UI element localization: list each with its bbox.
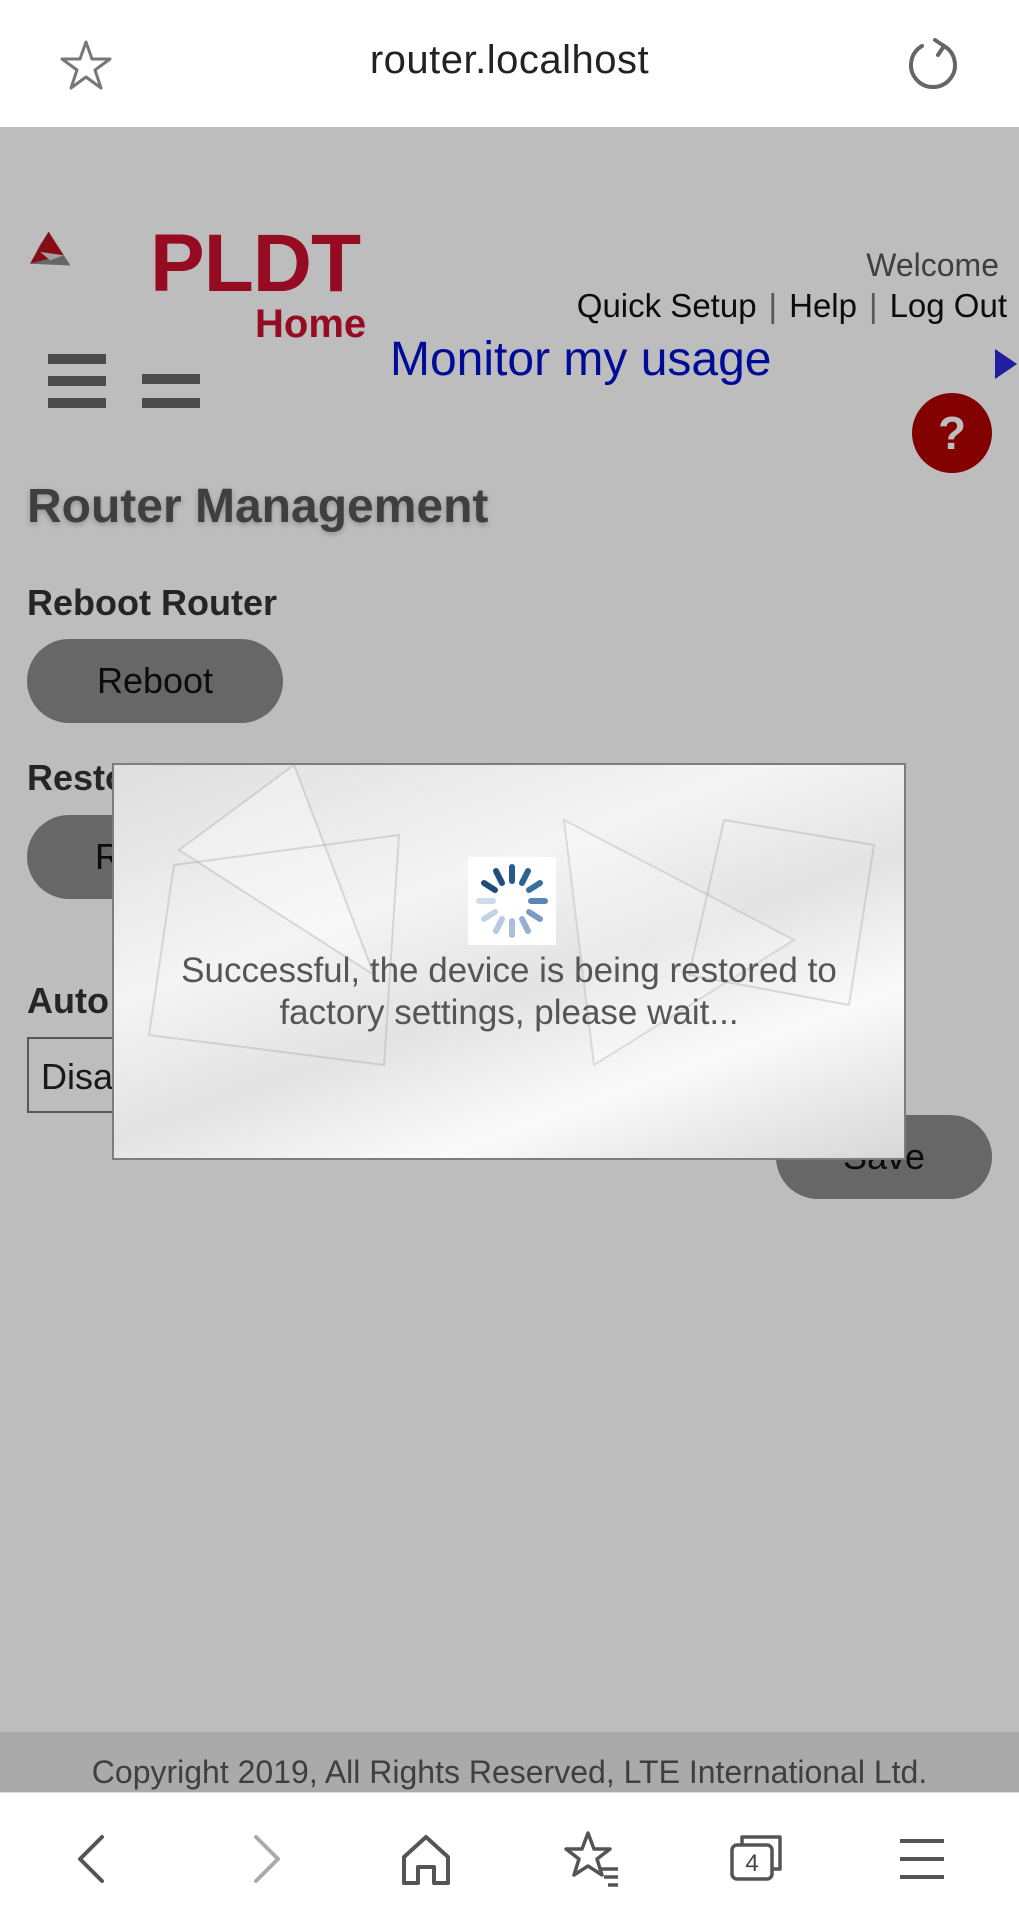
- menu-icon[interactable]: [892, 1829, 952, 1889]
- address-bar-url[interactable]: router.localhost: [0, 38, 1019, 83]
- back-icon[interactable]: [64, 1829, 124, 1889]
- reload-icon[interactable]: [904, 36, 962, 94]
- browser-top-bar: router.localhost: [0, 0, 1019, 128]
- tabs-icon[interactable]: 4: [726, 1829, 786, 1889]
- forward-icon[interactable]: [234, 1829, 294, 1889]
- bookmarks-icon[interactable]: [562, 1829, 622, 1889]
- restore-progress-dialog: Successful, the device is being restored…: [112, 763, 906, 1160]
- tab-count: 4: [745, 1850, 759, 1877]
- loading-spinner-icon: [468, 857, 556, 945]
- restore-status-message: Successful, the device is being restored…: [181, 951, 837, 1032]
- browser-bottom-bar: 4: [0, 1792, 1019, 1921]
- home-icon[interactable]: [396, 1829, 456, 1889]
